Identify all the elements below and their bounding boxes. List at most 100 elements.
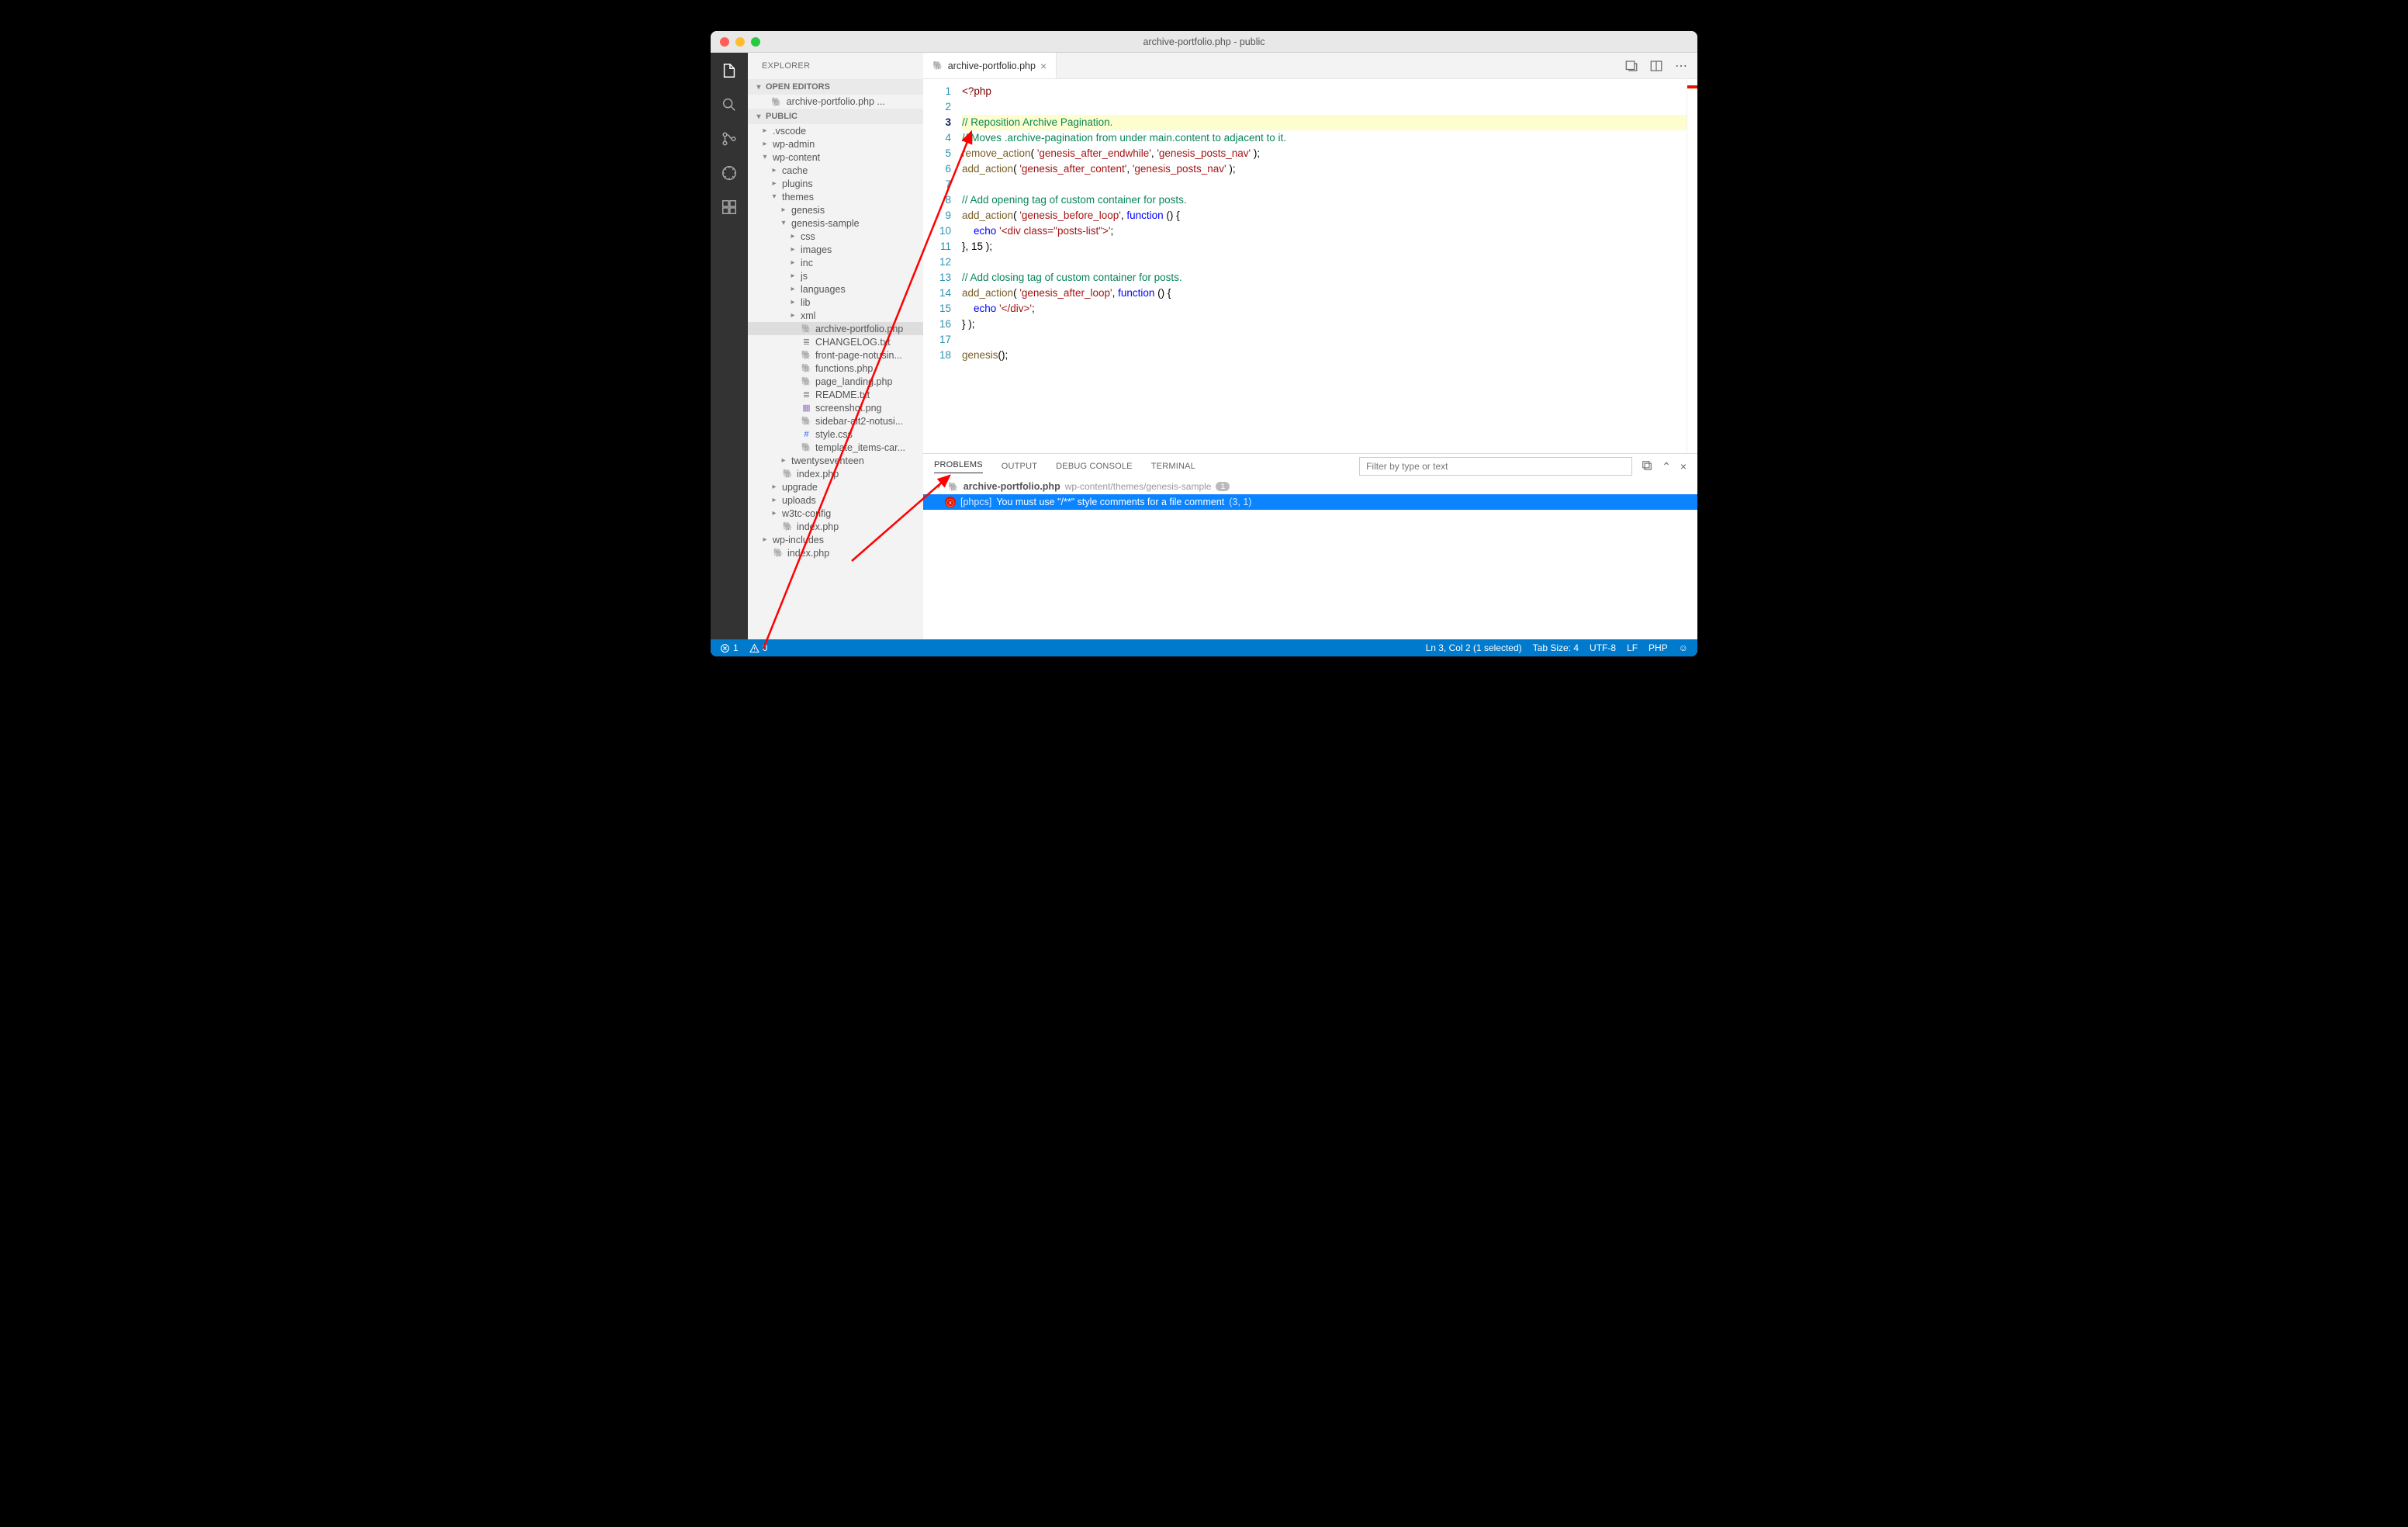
php-file-icon: 🐘 bbox=[948, 482, 959, 492]
folder-item[interactable]: ▾wp-content bbox=[748, 151, 923, 164]
problem-count-badge: 1 bbox=[1216, 482, 1230, 491]
folder-item[interactable]: ▸wp-admin bbox=[748, 137, 923, 151]
css-file-icon: # bbox=[801, 430, 812, 439]
folder-item[interactable]: ▸inc bbox=[748, 256, 923, 269]
file-item[interactable]: 🐘index.php bbox=[748, 546, 923, 559]
panel-tabs: PROBLEMS OUTPUT DEBUG CONSOLE TERMINAL ⌃… bbox=[923, 454, 1697, 479]
titlebar[interactable]: archive-portfolio.php - public bbox=[711, 31, 1697, 53]
tab-output[interactable]: OUTPUT bbox=[1002, 462, 1037, 471]
source-control-icon[interactable] bbox=[719, 129, 739, 149]
collapse-all-icon[interactable] bbox=[1642, 460, 1652, 473]
folder-item[interactable]: ▾genesis-sample bbox=[748, 216, 923, 230]
debug-icon[interactable] bbox=[719, 163, 739, 183]
explorer-icon[interactable] bbox=[719, 61, 739, 81]
file-item[interactable]: 🐘index.php bbox=[748, 467, 923, 480]
php-file-icon: 🐘 bbox=[932, 61, 943, 71]
php-file-icon: 🐘 bbox=[801, 442, 812, 452]
file-tree: ▸.vscode▸wp-admin▾wp-content▸cache▸plugi… bbox=[748, 124, 923, 639]
php-file-icon: 🐘 bbox=[801, 363, 812, 373]
problems-list: ▾ 🐘 archive-portfolio.php wp-content/the… bbox=[923, 479, 1697, 639]
status-bar: 1 0 Ln 3, Col 2 (1 selected) Tab Size: 4… bbox=[711, 639, 1697, 656]
file-item[interactable]: 🐘index.php bbox=[748, 520, 923, 533]
error-icon: ⓧ bbox=[945, 497, 956, 507]
txt-file-icon: ≣ bbox=[801, 390, 812, 400]
tab-archive-portfolio[interactable]: 🐘 archive-portfolio.php × bbox=[923, 53, 1057, 78]
activity-bar bbox=[711, 53, 748, 639]
close-window-button[interactable] bbox=[720, 37, 729, 47]
folder-item[interactable]: ▸css bbox=[748, 230, 923, 243]
status-encoding[interactable]: UTF-8 bbox=[1590, 642, 1616, 653]
php-file-icon: 🐘 bbox=[801, 376, 812, 386]
zoom-window-button[interactable] bbox=[751, 37, 760, 47]
problem-file-row[interactable]: ▾ 🐘 archive-portfolio.php wp-content/the… bbox=[923, 479, 1697, 494]
folder-item[interactable]: ▸uploads bbox=[748, 493, 923, 507]
sidebar-title: EXPLORER bbox=[748, 53, 923, 79]
file-item[interactable]: 🐘template_items-car... bbox=[748, 441, 923, 454]
minimap[interactable] bbox=[1687, 79, 1697, 453]
folder-item[interactable]: ▸upgrade bbox=[748, 480, 923, 493]
code-content[interactable]: <?php // Reposition Archive Pagination. … bbox=[962, 79, 1687, 453]
folder-item[interactable]: ▸xml bbox=[748, 309, 923, 322]
tab-bar: 🐘 archive-portfolio.php × ⋯ bbox=[923, 53, 1697, 79]
file-item[interactable]: 🐘sidebar-alt2-notusi... bbox=[748, 414, 923, 428]
status-warnings[interactable]: 0 bbox=[749, 642, 768, 653]
folder-item[interactable]: ▾themes bbox=[748, 190, 923, 203]
folder-item[interactable]: ▸wp-includes bbox=[748, 533, 923, 546]
file-item[interactable]: 🐘front-page-notusin... bbox=[748, 348, 923, 362]
editor-pane: 🐘 archive-portfolio.php × ⋯ 123456789101… bbox=[923, 53, 1697, 639]
php-file-icon: 🐘 bbox=[773, 548, 784, 558]
vscode-window: archive-portfolio.php - public EXPLORER … bbox=[711, 31, 1697, 656]
extensions-icon[interactable] bbox=[719, 197, 739, 217]
php-file-icon: 🐘 bbox=[801, 350, 812, 360]
open-editor-item[interactable]: 🐘archive-portfolio.php ... bbox=[748, 95, 923, 109]
tab-terminal[interactable]: TERMINAL bbox=[1151, 462, 1195, 471]
file-item[interactable]: 🐘functions.php bbox=[748, 362, 923, 375]
file-item[interactable]: 🐘archive-portfolio.php bbox=[748, 322, 923, 335]
open-preview-icon[interactable] bbox=[1624, 59, 1638, 73]
file-item[interactable]: 🐘page_landing.php bbox=[748, 375, 923, 388]
traffic-lights bbox=[711, 37, 760, 47]
search-icon[interactable] bbox=[719, 95, 739, 115]
txt-file-icon: ≣ bbox=[801, 337, 812, 347]
status-feedback-icon[interactable]: ☺ bbox=[1679, 642, 1688, 653]
folder-item[interactable]: ▸w3tc-config bbox=[748, 507, 923, 520]
public-section[interactable]: ▾PUBLIC bbox=[748, 109, 923, 124]
folder-item[interactable]: ▸plugins bbox=[748, 177, 923, 190]
file-item[interactable]: ▦screenshot.png bbox=[748, 401, 923, 414]
line-gutter: 123456789101112131415161718 bbox=[923, 79, 962, 453]
folder-item[interactable]: ▸.vscode bbox=[748, 124, 923, 137]
status-errors[interactable]: 1 bbox=[720, 642, 739, 653]
problem-item[interactable]: ⓧ [phpcs] You must use "/**" style comme… bbox=[923, 494, 1697, 510]
panel-chevron-up-icon[interactable]: ⌃ bbox=[1662, 460, 1671, 473]
folder-item[interactable]: ▸genesis bbox=[748, 203, 923, 216]
php-file-icon: 🐘 bbox=[801, 324, 812, 334]
status-eol[interactable]: LF bbox=[1627, 642, 1638, 653]
php-file-icon: 🐘 bbox=[801, 416, 812, 426]
panel-close-icon[interactable]: × bbox=[1680, 460, 1687, 473]
problems-filter-input[interactable] bbox=[1359, 457, 1632, 476]
open-editors-section[interactable]: ▾OPEN EDITORS bbox=[748, 79, 923, 95]
status-language[interactable]: PHP bbox=[1649, 642, 1668, 653]
more-actions-icon[interactable]: ⋯ bbox=[1674, 59, 1688, 73]
folder-item[interactable]: ▸twentyseventeen bbox=[748, 454, 923, 467]
split-editor-icon[interactable] bbox=[1649, 59, 1663, 73]
sidebar: EXPLORER ▾OPEN EDITORS 🐘archive-portfoli… bbox=[748, 53, 923, 639]
folder-item[interactable]: ▸images bbox=[748, 243, 923, 256]
folder-item[interactable]: ▸cache bbox=[748, 164, 923, 177]
code-editor[interactable]: 123456789101112131415161718 <?php // Rep… bbox=[923, 79, 1697, 453]
php-file-icon: 🐘 bbox=[782, 521, 794, 532]
file-item[interactable]: #style.css bbox=[748, 428, 923, 441]
status-cursor[interactable]: Ln 3, Col 2 (1 selected) bbox=[1426, 642, 1522, 653]
folder-item[interactable]: ▸languages bbox=[748, 282, 923, 296]
close-tab-icon[interactable]: × bbox=[1040, 60, 1047, 72]
folder-item[interactable]: ▸lib bbox=[748, 296, 923, 309]
tab-problems[interactable]: PROBLEMS bbox=[934, 460, 983, 473]
tab-debug-console[interactable]: DEBUG CONSOLE bbox=[1056, 462, 1133, 471]
file-item[interactable]: ≣README.txt bbox=[748, 388, 923, 401]
folder-item[interactable]: ▸js bbox=[748, 269, 923, 282]
status-tab-size[interactable]: Tab Size: 4 bbox=[1533, 642, 1579, 653]
file-item[interactable]: ≣CHANGELOG.txt bbox=[748, 335, 923, 348]
bottom-panel: PROBLEMS OUTPUT DEBUG CONSOLE TERMINAL ⌃… bbox=[923, 453, 1697, 639]
minimize-window-button[interactable] bbox=[735, 37, 745, 47]
img-file-icon: ▦ bbox=[801, 403, 812, 413]
